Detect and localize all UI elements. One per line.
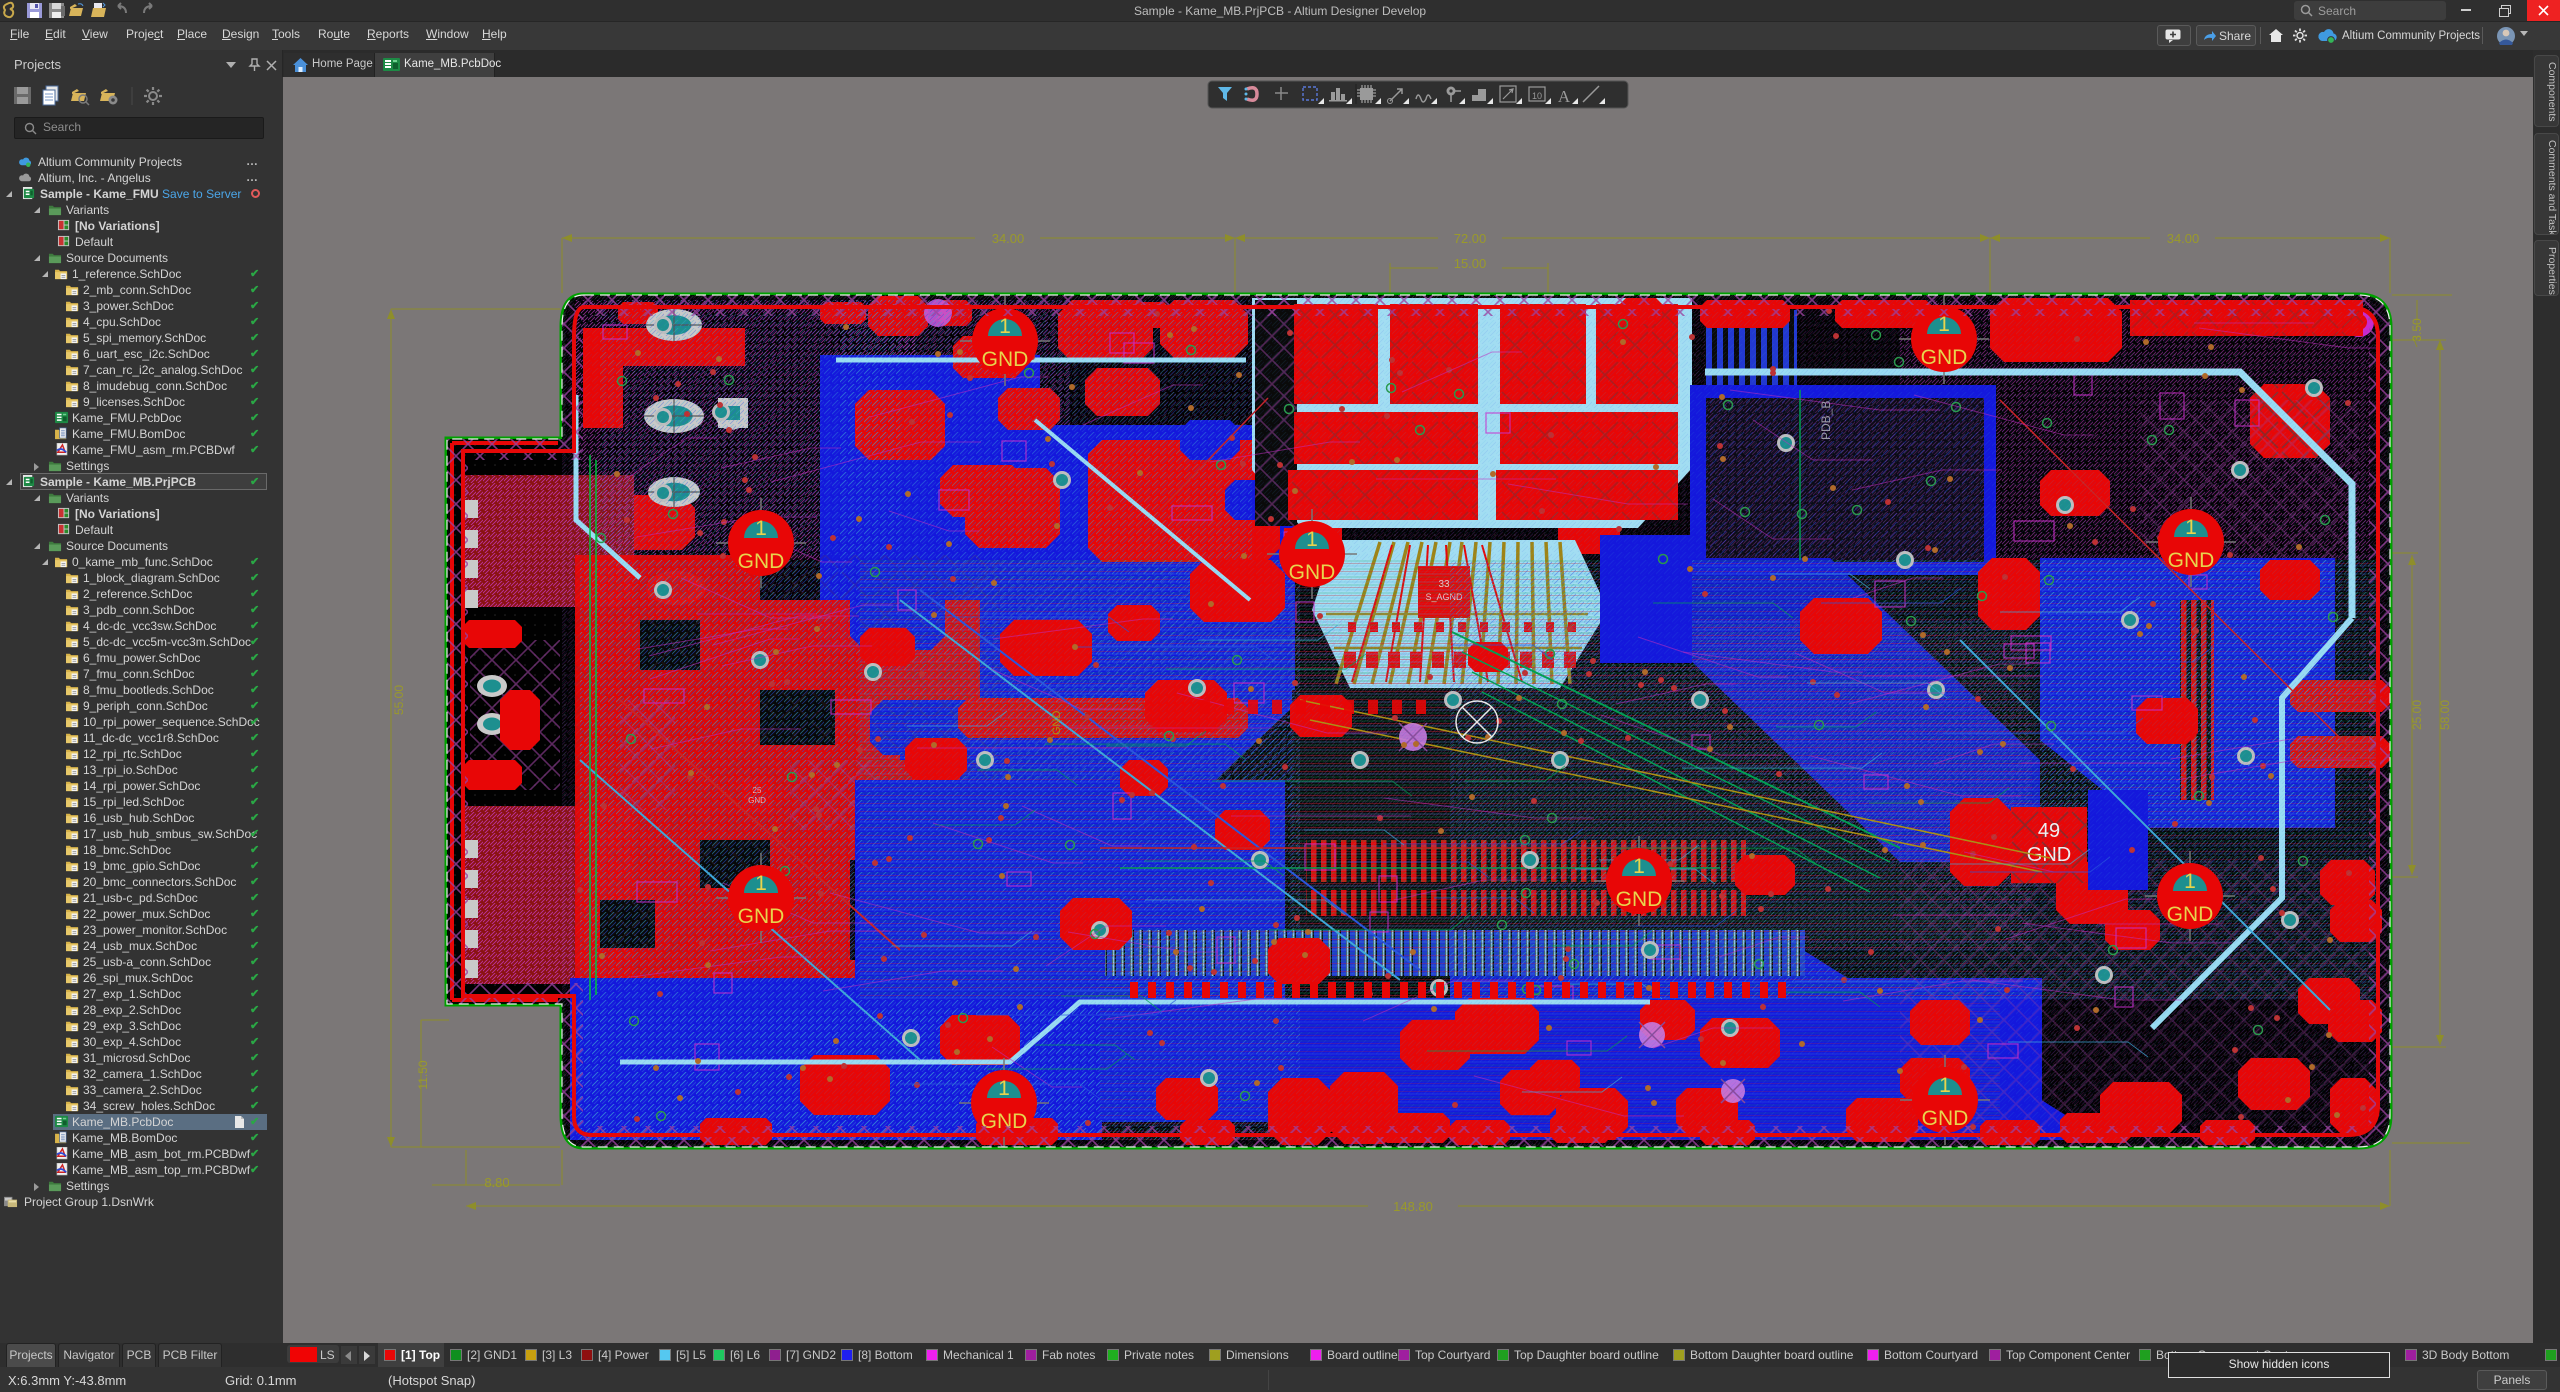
svg-text:25.00: 25.00 bbox=[2410, 700, 2424, 730]
svg-text:34.00: 34.00 bbox=[992, 231, 1025, 246]
svg-text:34.00: 34.00 bbox=[2167, 231, 2200, 246]
svg-text:GND: GND bbox=[982, 348, 1029, 371]
svg-text:GND: GND bbox=[738, 905, 785, 928]
svg-text:10: 10 bbox=[1532, 91, 1542, 101]
svg-text:1: 1 bbox=[998, 1077, 1010, 1100]
svg-text:A: A bbox=[1558, 87, 1571, 106]
svg-text:GND: GND bbox=[1289, 561, 1336, 584]
svg-text:GND: GND bbox=[1051, 711, 1063, 736]
svg-text:1: 1 bbox=[1939, 1074, 1951, 1097]
svg-text:8.80: 8.80 bbox=[484, 1175, 509, 1190]
svg-text:15.00: 15.00 bbox=[1454, 256, 1487, 271]
svg-text:148.80: 148.80 bbox=[1393, 1199, 1433, 1214]
svg-text:PDB_B: PDB_B bbox=[1819, 401, 1833, 440]
svg-text:11.50: 11.50 bbox=[416, 1060, 430, 1089]
svg-text:1: 1 bbox=[1306, 528, 1318, 551]
svg-text:58.00: 58.00 bbox=[2438, 700, 2452, 730]
svg-text:1: 1 bbox=[1938, 313, 1950, 336]
svg-text:GND: GND bbox=[1616, 888, 1663, 911]
svg-text:1: 1 bbox=[2184, 870, 2196, 893]
svg-text:3.50: 3.50 bbox=[2410, 318, 2424, 342]
svg-text:1: 1 bbox=[755, 517, 767, 540]
svg-text:1: 1 bbox=[2185, 516, 2197, 539]
svg-text:GND: GND bbox=[2168, 549, 2215, 572]
svg-text:1: 1 bbox=[999, 315, 1011, 338]
svg-text:GND: GND bbox=[738, 550, 785, 573]
svg-text:55.00: 55.00 bbox=[392, 685, 406, 715]
svg-text:1: 1 bbox=[1633, 855, 1645, 878]
svg-text:1: 1 bbox=[755, 872, 767, 895]
svg-text:72.00: 72.00 bbox=[1454, 231, 1487, 246]
svg-text:GND: GND bbox=[1921, 346, 1968, 369]
svg-text:GND: GND bbox=[2167, 903, 2214, 926]
